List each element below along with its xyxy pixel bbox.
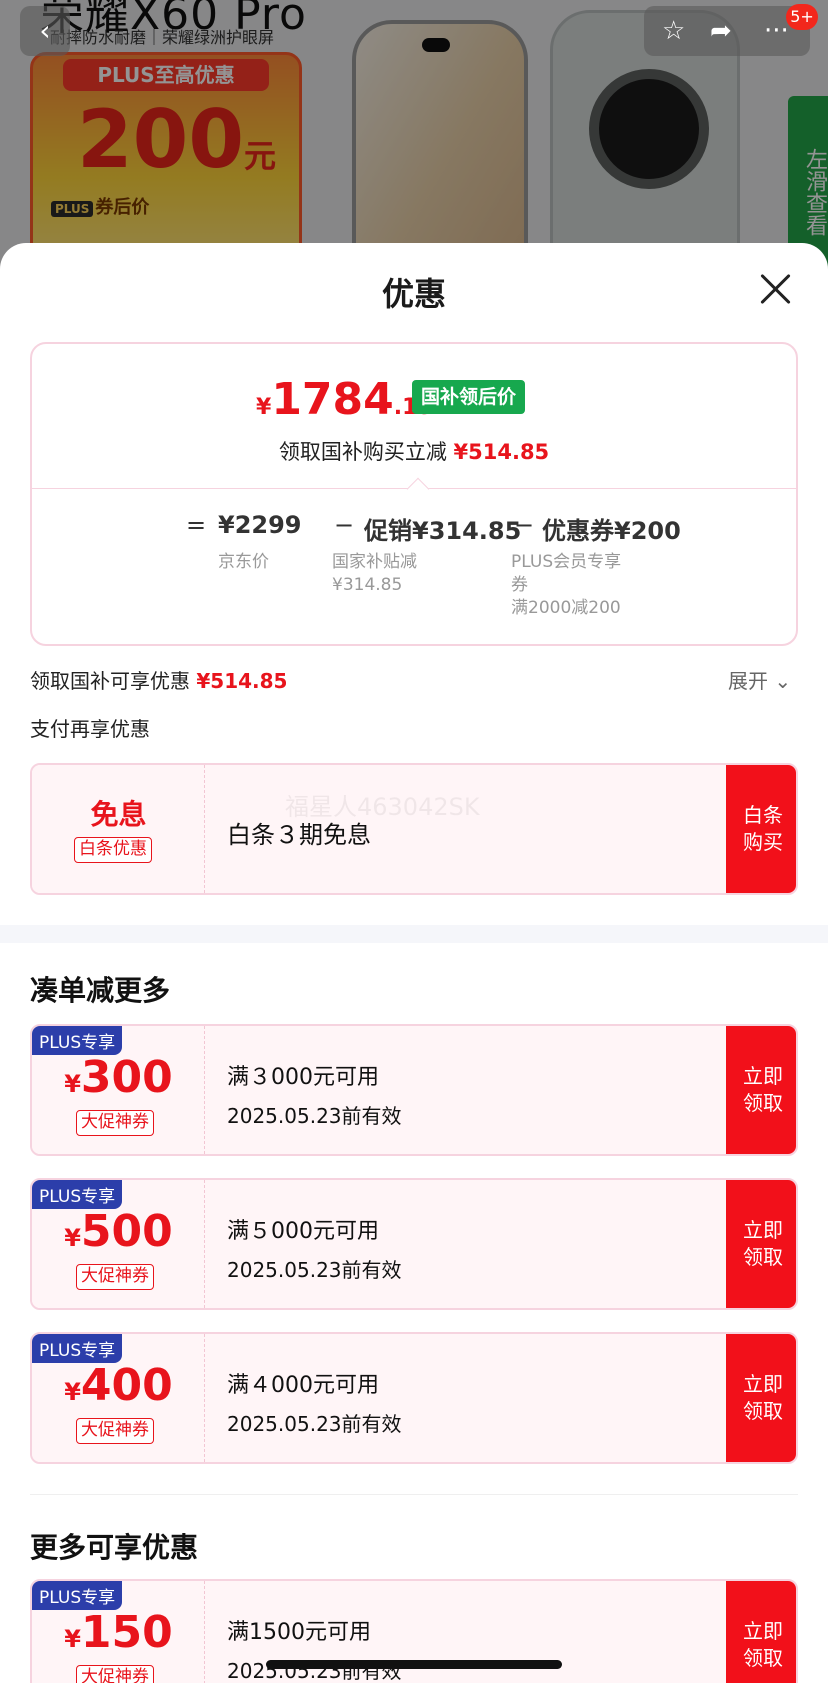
coupon-amount: ¥500 xyxy=(32,1206,205,1257)
coupon-amount-value: 400 xyxy=(80,1360,173,1411)
coupon-label: PLUS会员专享 券 满2000减200 xyxy=(511,552,622,618)
coupon-condition: 满５000元可用 xyxy=(227,1219,379,1244)
baitiao-tag: 白条优惠 xyxy=(74,837,152,863)
gov-subsidy-line: 领取国补购买立减 ¥514.85 xyxy=(32,436,796,466)
jd-price-label: 京东价 xyxy=(218,552,269,572)
coupon-condition: 满1500元可用 xyxy=(227,1620,371,1645)
close-icon[interactable] xyxy=(758,271,794,307)
expand-label: 展开 xyxy=(728,669,768,693)
baitiao-left: 免息 白条优惠 xyxy=(32,765,205,893)
coupon-card: PLUS专享 ¥400 大促神券 满４000元可用 2025.05.23前有效 … xyxy=(30,1332,798,1464)
share-icon[interactable]: ➦ xyxy=(710,16,732,46)
coupon-amount-value: 300 xyxy=(80,1052,173,1103)
plus-exclusive-tag: PLUS专享 xyxy=(32,1026,123,1055)
discount-sheet: 优惠 ¥1784.15 国补领后价 领取国补购买立减 ¥514.85 = ¥22… xyxy=(0,243,828,1683)
coupon-left: PLUS专享 ¥500 大促神券 xyxy=(32,1180,205,1308)
baitiao-offer: 免息 白条优惠 福星人463042SK 白条３期免息 白条 购买 xyxy=(30,763,798,895)
gov-subsidy-amount: ¥514.85 xyxy=(453,440,550,464)
product-banner: 荣耀X60 Pro 耐摔防水耐磨｜荣耀绿洲护眼屏 PLUS至高优惠 200元 P… xyxy=(0,0,828,270)
gov-row-text: 领取国补可享优惠 xyxy=(30,669,190,693)
coupon-card: PLUS专享 ¥300 大促神券 满３000元可用 2025.05.23前有效 … xyxy=(30,1024,798,1156)
price-card: ¥1784.15 国补领后价 领取国补购买立减 ¥514.85 = ¥2299 … xyxy=(30,342,798,646)
combine-section-title: 凑单减更多 xyxy=(30,974,171,1007)
star-icon[interactable]: ☆ xyxy=(662,16,685,46)
coupon-tag: 大促神券 xyxy=(76,1418,154,1444)
price-summary: ¥1784.15 国补领后价 领取国补购买立减 ¥514.85 xyxy=(32,344,796,489)
coupon-amount-value: 150 xyxy=(80,1607,173,1658)
coupon-tag: 大促神券 xyxy=(76,1110,154,1136)
claim-button[interactable]: 立即 领取 xyxy=(726,1180,796,1308)
back-button[interactable]: ‹ xyxy=(20,6,70,56)
gov-row-amount: ¥514.85 xyxy=(196,669,288,693)
coupon-body: 满５000元可用 2025.05.23前有效 xyxy=(205,1180,725,1308)
gov-subsidy-row: 领取国补可享优惠 ¥514.85 xyxy=(30,665,287,694)
minus-sign: − xyxy=(514,511,535,539)
coupon-condition: 满３000元可用 xyxy=(227,1065,379,1090)
coupon-yen: ¥ xyxy=(64,1070,81,1098)
coupon-body: 满３000元可用 2025.05.23前有效 xyxy=(205,1026,725,1154)
coupon-yen: ¥ xyxy=(64,1224,81,1252)
promo-discount: 促销¥314.85 xyxy=(364,517,522,545)
coupon-card: PLUS专享 ¥500 大促神券 满５000元可用 2025.05.23前有效 … xyxy=(30,1178,798,1310)
coupon-amount-value: 500 xyxy=(80,1206,173,1257)
baitiao-buy-button[interactable]: 白条 购买 xyxy=(726,765,796,893)
plus-exclusive-tag: PLUS专享 xyxy=(32,1334,123,1363)
more-section-title: 更多可享优惠 xyxy=(30,1531,199,1564)
coupon-left: PLUS专享 ¥150 大促神券 xyxy=(32,1581,205,1683)
coupon-discount: 优惠券¥200 xyxy=(542,517,681,545)
coupon-tag: 大促神券 xyxy=(76,1665,154,1683)
coupon-amount: ¥150 xyxy=(32,1607,205,1658)
coupon-condition: 满４000元可用 xyxy=(227,1373,379,1398)
divider xyxy=(30,1494,798,1495)
sheet-title: 优惠 xyxy=(381,275,446,313)
coupon-amount: ¥300 xyxy=(32,1052,205,1103)
section-gap xyxy=(0,925,828,943)
coupon-tag: 大促神券 xyxy=(76,1264,154,1290)
gov-subsidy-text: 领取国补购买立减 xyxy=(278,440,447,464)
coupon-body: 满４000元可用 2025.05.23前有效 xyxy=(205,1334,725,1462)
claim-button[interactable]: 立即 领取 xyxy=(726,1334,796,1462)
baitiao-title: 免息 xyxy=(90,798,147,831)
coupon-validity: 2025.05.23前有效 xyxy=(227,1412,402,1436)
baitiao-text: 白条３期免息 xyxy=(227,821,371,849)
coupon-yen: ¥ xyxy=(64,1378,81,1406)
final-price-int: 1784 xyxy=(271,374,394,425)
coupon-left: PLUS专享 ¥400 大促神券 xyxy=(32,1334,205,1462)
gov-price-tag: 国补领后价 xyxy=(412,380,526,414)
coupon-amount: ¥400 xyxy=(32,1360,205,1411)
more-icon[interactable]: ··· xyxy=(764,16,789,46)
plus-exclusive-tag: PLUS专享 xyxy=(32,1581,123,1610)
home-indicator[interactable] xyxy=(266,1660,562,1669)
pay-section-title: 支付再享优惠 xyxy=(30,717,150,741)
baitiao-body: 福星人463042SK 白条３期免息 xyxy=(205,765,725,893)
expand-button[interactable]: 展开 ⌄ xyxy=(728,665,791,694)
claim-button[interactable]: 立即 领取 xyxy=(726,1026,796,1154)
coupon-left: PLUS专享 ¥300 大促神券 xyxy=(32,1026,205,1154)
top-actions: ☆ ➦ ··· xyxy=(644,6,810,56)
coupon-validity: 2025.05.23前有效 xyxy=(227,1104,402,1128)
plus-exclusive-tag: PLUS专享 xyxy=(32,1180,123,1209)
coupon-yen: ¥ xyxy=(64,1625,81,1653)
promo-label: 国家补贴减 ¥314.85 xyxy=(332,552,417,595)
final-price-yen: ¥ xyxy=(256,395,272,420)
back-icon: ‹ xyxy=(39,14,51,47)
equals-sign: = xyxy=(186,511,207,539)
coupon-validity: 2025.05.23前有效 xyxy=(227,1258,402,1282)
jd-price: ¥2299 xyxy=(218,511,302,539)
final-price: ¥1784.15 xyxy=(256,374,433,425)
chevron-down-icon: ⌄ xyxy=(774,669,792,693)
minus-sign: − xyxy=(334,511,355,539)
claim-button[interactable]: 立即 领取 xyxy=(726,1581,796,1683)
notification-badge: 5+ xyxy=(786,4,818,30)
